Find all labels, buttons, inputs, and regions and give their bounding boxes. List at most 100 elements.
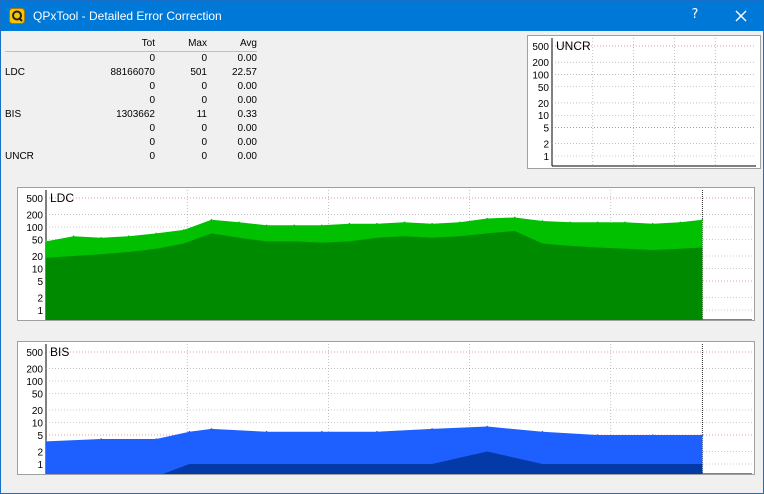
max-data-point — [348, 222, 351, 225]
y-tick-label: 2 — [37, 294, 43, 305]
y-tick-label: 10 — [538, 111, 550, 122]
stats-max: 0 — [201, 95, 207, 106]
y-tick-label: 200 — [26, 365, 43, 376]
ldc-chart-panel: 50020010050201052125.6 GB51.2 GB76.8 GB1… — [17, 187, 755, 336]
max-data-point — [155, 232, 158, 235]
header-label — [5, 37, 65, 52]
max-data-point — [458, 221, 461, 224]
y-tick-label: 200 — [26, 211, 43, 222]
stats-max: 0 — [201, 151, 207, 162]
y-tick-label: 1 — [543, 152, 549, 163]
close-icon[interactable] — [729, 5, 753, 27]
stats-tot: 0 — [149, 123, 155, 134]
y-tick-label: 2 — [543, 140, 549, 151]
stats-tot: 88166070 — [110, 67, 156, 78]
stats-row: LDC 88166070 501 22.57 — [5, 66, 257, 80]
max-data-point — [320, 430, 323, 433]
y-tick-label: 20 — [538, 99, 550, 110]
max-data-point — [127, 235, 130, 238]
bis-chart-panel: 50020010050201052125.6 GB51.2 GB76.8 GB1… — [17, 341, 755, 490]
y-tick-label: 20 — [32, 252, 44, 263]
y-tick-label: 50 — [538, 83, 550, 94]
stats-row: 0 0 0.00 — [5, 136, 257, 150]
y-tick-label: 2 — [37, 448, 43, 459]
stats-label — [5, 80, 65, 94]
y-tick-label: 500 — [532, 42, 549, 53]
stats-max: 0 — [201, 53, 207, 64]
max-data-point — [293, 224, 296, 227]
stats-avg: 0.00 — [237, 81, 257, 92]
stats-avg: 0.00 — [237, 53, 257, 64]
stats-label — [5, 122, 65, 136]
max-data-point — [403, 221, 406, 224]
max-data-point — [238, 221, 240, 224]
stats-row: 0 0 0.00 — [5, 52, 257, 67]
y-tick-label: 10 — [32, 265, 44, 276]
max-data-point — [541, 430, 544, 433]
stats-row: 0 0 0.00 — [5, 94, 257, 108]
stats-avg: 22.57 — [231, 67, 257, 78]
max-data-point — [210, 218, 213, 221]
stats-max: 0 — [201, 81, 207, 92]
max-data-point — [45, 440, 47, 443]
max-data-point — [45, 240, 47, 243]
window-title: QPxTool - Detailed Error Correction — [33, 9, 222, 23]
y-tick-label: 10 — [32, 419, 44, 430]
max-data-point — [651, 434, 654, 436]
ldc-chart: 50020010050201052125.6 GB51.2 GB76.8 GB1… — [26, 190, 752, 336]
max-data-point — [514, 216, 516, 219]
max-data-point — [376, 222, 378, 225]
stats-avg: 0.00 — [237, 95, 257, 106]
stats-tot: 0 — [149, 53, 155, 64]
y-tick-label: 20 — [32, 406, 44, 417]
stats-tot: 1303662 — [116, 109, 155, 120]
max-data-point — [651, 222, 654, 225]
stats-tot: 0 — [149, 151, 155, 162]
y-tick-label: 500 — [26, 194, 43, 205]
y-tick-label: 200 — [532, 58, 549, 69]
y-tick-label: 1 — [37, 460, 43, 471]
header-avg: Avg — [207, 37, 257, 52]
max-data-point — [679, 221, 682, 224]
max-data-point — [486, 425, 489, 428]
y-tick-label: 100 — [26, 223, 43, 234]
max-data-point — [431, 222, 433, 225]
max-data-point — [210, 428, 213, 430]
bis-chart: 50020010050201052125.6 GB51.2 GB76.8 GB1… — [26, 344, 752, 490]
uncr-chart: 50020010050201052125.6 GB51.2 GB76.8 GB1… — [532, 38, 756, 182]
stats-avg: 0.33 — [237, 109, 257, 120]
y-tick-label: 1 — [37, 306, 43, 317]
stats-row: BIS 1303662 11 0.33 — [5, 108, 257, 122]
max-data-point — [320, 224, 323, 227]
max-data-point — [701, 434, 704, 436]
title-bar[interactable]: QPxTool - Detailed Error Correction ? — [1, 1, 763, 31]
stats-label: LDC — [5, 67, 26, 78]
max-data-point — [701, 218, 704, 221]
max-data-point — [265, 224, 268, 227]
chart-title: LDC — [50, 191, 74, 205]
y-tick-label: 5 — [37, 431, 43, 442]
header-tot: Tot — [65, 37, 155, 52]
qpxtool-app-icon — [9, 8, 25, 24]
max-data-point — [100, 438, 102, 440]
help-button[interactable]: ? — [685, 7, 705, 27]
stats-label — [5, 136, 65, 150]
y-tick-label: 50 — [32, 235, 44, 246]
stats-label: BIS — [5, 109, 22, 120]
max-data-point — [596, 434, 599, 436]
y-tick-label: 100 — [26, 377, 43, 388]
stats-avg: 0.00 — [237, 137, 257, 148]
stats-avg: 0.00 — [237, 123, 257, 134]
stats-tot: 0 — [149, 95, 155, 106]
max-data-point — [624, 221, 626, 224]
stats-table: Tot Max Avg 0 0 0.00 LDC 88166070 501 22.57 0 0 0… — [5, 37, 257, 164]
error-correction-window: QPxTool - Detailed Error Correction ? To… — [0, 0, 764, 494]
max-data-point — [431, 428, 433, 430]
stats-row: 0 0 0.00 — [5, 80, 257, 94]
max-data-point — [265, 430, 268, 433]
header-max: Max — [155, 37, 207, 52]
y-tick-label: 100 — [532, 70, 549, 81]
max-data-point — [188, 430, 191, 433]
stats-header-row: Tot Max Avg — [5, 37, 257, 52]
stats-max: 0 — [201, 123, 207, 134]
